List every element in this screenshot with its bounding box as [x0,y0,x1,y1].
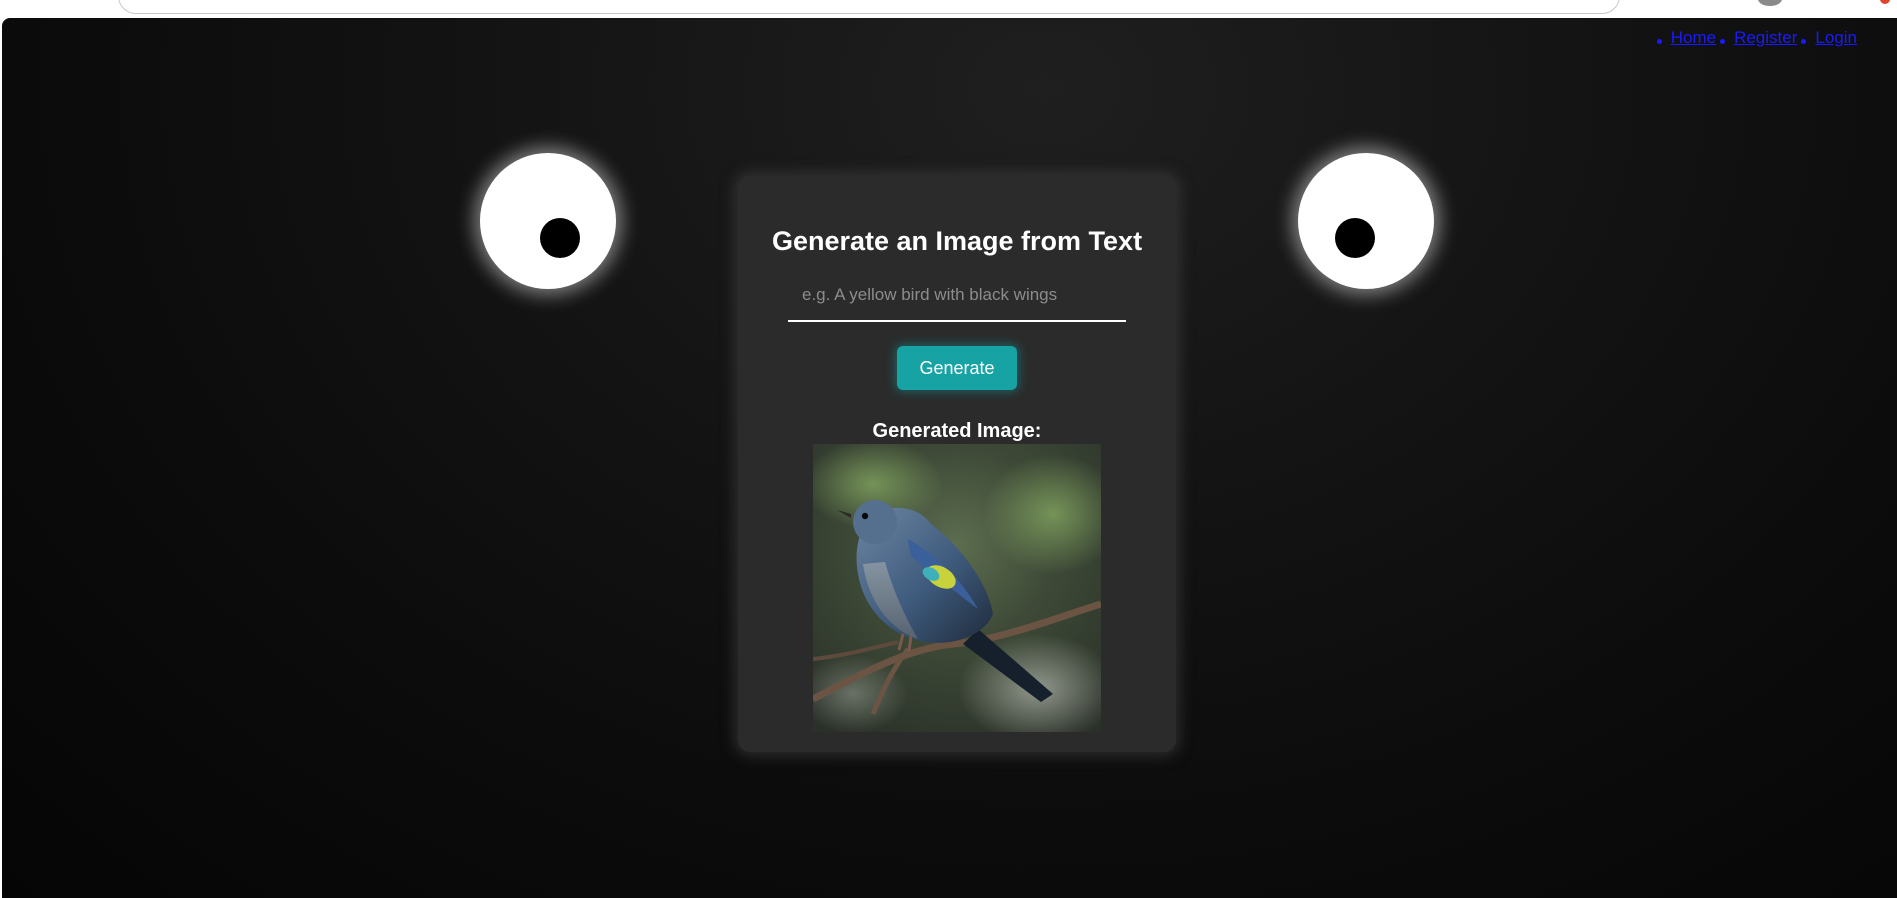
profile-avatar[interactable] [1758,0,1782,6]
generated-image-label: Generated Image: [872,420,1042,442]
page: Home Register Login Generate an Image fr… [2,18,1897,898]
browser-toolbar [0,0,1897,18]
generate-button[interactable]: Generate [897,346,1017,390]
left-eye [480,153,616,289]
prompt-input[interactable] [788,276,1126,322]
home-link[interactable]: Home [1671,28,1716,47]
right-pupil [1335,218,1375,258]
card-title: Generate an Image from Text [771,226,1143,256]
left-pupil [540,218,580,258]
address-bar[interactable] [118,0,1620,14]
right-eye [1298,153,1434,289]
nav-item-register: Register [1716,28,1797,48]
extension-icon[interactable] [1880,0,1890,4]
nav-item-login: Login [1797,28,1857,48]
generated-image [813,444,1101,732]
register-link[interactable]: Register [1734,28,1797,47]
nav-item-home: Home [1653,28,1716,48]
login-link[interactable]: Login [1815,28,1857,47]
generator-card: Generate an Image from Text Generate Gen… [738,176,1176,752]
top-nav: Home Register Login [1653,28,1857,48]
bird-image [813,444,1101,732]
